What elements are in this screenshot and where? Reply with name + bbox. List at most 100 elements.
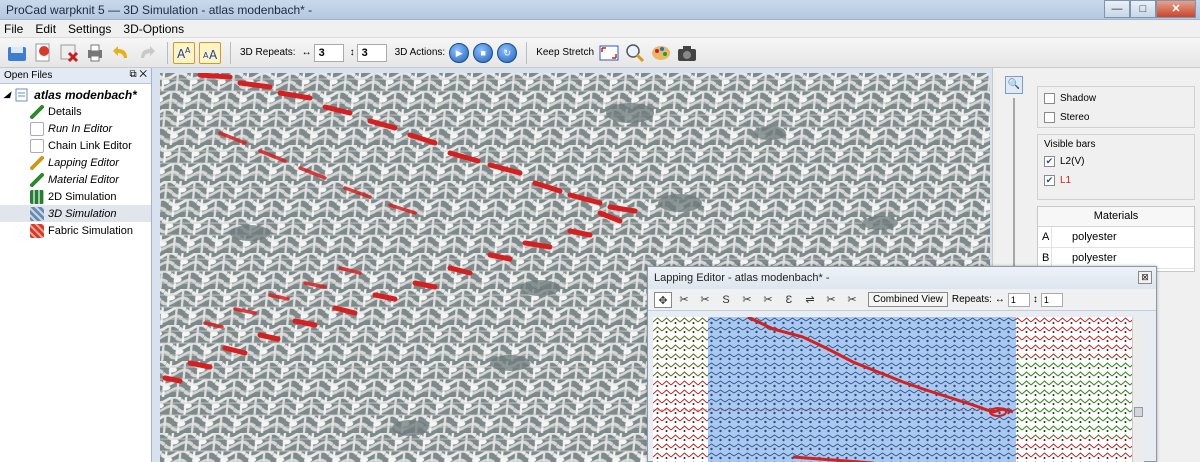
repeat-h-input[interactable]: 1 <box>1007 292 1030 307</box>
tree-root-file[interactable]: ◢ atlas modenbach* <box>0 86 151 103</box>
chain-link-icon <box>30 138 44 153</box>
maximize-button[interactable]: □ <box>1130 0 1156 18</box>
open-files-panel: Open Files ⧉ ✕ ◢ atlas modenbach* Detail… <box>0 68 152 462</box>
fit-to-window-icon[interactable] <box>598 42 620 64</box>
open-files-title: Open Files <box>4 70 53 81</box>
move-icon[interactable]: ✥ <box>654 291 672 308</box>
display-options-group: Shadow Stereo <box>1037 86 1195 128</box>
repeat-horizontal-input[interactable]: 3 <box>313 43 344 62</box>
tree-item-material-editor[interactable]: Material Editor <box>0 171 151 188</box>
fabric-icon <box>30 223 44 238</box>
collapse-arrow-icon[interactable]: ◢ <box>4 90 10 99</box>
checkbox-box[interactable]: ✔ <box>1044 175 1055 186</box>
scrollbar-thumb[interactable] <box>1134 407 1143 417</box>
cut-icon[interactable]: ✂ <box>675 292 693 308</box>
minimize-button[interactable]: — <box>1104 0 1130 18</box>
lapping-editor-titlebar[interactable]: Lapping Editor - atlas modenbach* - ⊠ <box>648 267 1156 289</box>
bar-l2-label: L2(V) <box>1060 156 1085 167</box>
combined-view-button[interactable]: Combined View <box>868 292 948 307</box>
tree-item-chain-link-editor[interactable]: Chain Link Editor <box>0 137 151 154</box>
bar-l2-checkbox[interactable]: ✔ L2(V) <box>1038 152 1194 171</box>
shadow-checkbox[interactable]: Shadow <box>1038 89 1194 108</box>
menu-3d-options[interactable]: 3D-Options <box>123 22 184 36</box>
open-files-header: Open Files ⧉ ✕ <box>0 68 151 84</box>
window-controls: — □ ✕ <box>1104 0 1196 18</box>
close-button[interactable]: ✕ <box>1156 0 1196 18</box>
close-file-icon[interactable] <box>32 42 54 64</box>
title-bar: ProCad warpknit 5 — 3D Simulation - atla… <box>0 0 1200 20</box>
stereo-label: Stereo <box>1060 112 1090 123</box>
lapping-grid[interactable] <box>653 317 1133 462</box>
font-increase-icon[interactable]: AA <box>173 41 195 64</box>
material-value[interactable]: polyester <box>1052 231 1117 243</box>
tree-item-lapping-editor[interactable]: Lapping Editor <box>0 154 151 171</box>
font-decrease-icon[interactable]: AA <box>199 41 221 64</box>
checkbox-box[interactable] <box>1044 112 1055 123</box>
cut-alt-icon[interactable]: ✂ <box>696 292 714 308</box>
lapping-scrollbar[interactable] <box>1132 317 1144 462</box>
stitch-icon[interactable]: ✂ <box>738 292 756 308</box>
menu-edit[interactable]: Edit <box>35 22 56 36</box>
delete-icon[interactable] <box>58 42 80 64</box>
tree-item-run-in-editor[interactable]: Run In Editor <box>0 120 151 137</box>
split-icon[interactable]: ✂ <box>822 292 840 308</box>
tree-item-2d-simulation[interactable]: 2D Simulation <box>0 188 151 205</box>
material-value[interactable]: polyester <box>1052 252 1117 264</box>
repeats-label: Repeats: <box>951 294 992 305</box>
lapping-editor-window[interactable]: Lapping Editor - atlas modenbach* - ⊠ ✥ … <box>647 266 1157 462</box>
bar-l1-label: L1 <box>1060 175 1072 186</box>
save-icon[interactable] <box>6 42 28 64</box>
stop-icon[interactable]: ■ <box>473 42 494 63</box>
material-key: B <box>1038 248 1052 268</box>
svg-text:A: A <box>185 46 191 55</box>
material-row[interactable]: A polyester <box>1038 227 1194 248</box>
zoom-in-icon[interactable]: 🔍 <box>1005 76 1023 94</box>
play-icon[interactable]: ▶ <box>449 42 470 63</box>
tree-item-label: 2D Simulation <box>48 190 117 203</box>
tree-item-3d-simulation[interactable]: 3D Simulation <box>0 205 151 222</box>
zoom-icon[interactable] <box>624 42 646 64</box>
run-editor-icon <box>30 121 44 136</box>
curve-icon[interactable]: S <box>717 292 735 308</box>
tree-root-label: atlas modenbach* <box>34 87 137 102</box>
file-tree: ◢ atlas modenbach* Details Run In Editor… <box>0 84 151 239</box>
lapping-pencil-icon <box>30 155 44 170</box>
material-key: A <box>1038 227 1052 247</box>
toolbar: AA AA 3D Repeats: ↔ 3 ↕ 3 3D Actions: ▶ … <box>0 38 1200 68</box>
repeat-v-input[interactable]: 1 <box>1040 292 1063 307</box>
tree-item-label: 3D Simulation <box>48 207 117 220</box>
camera-icon[interactable] <box>676 42 698 64</box>
vertical-arrow-icon: ↕ <box>1032 294 1038 305</box>
tree-item-fabric-simulation[interactable]: Fabric Simulation <box>0 222 151 239</box>
refresh-icon[interactable]: ↻ <box>497 42 518 63</box>
scissors-icon[interactable]: ✂ <box>759 292 777 308</box>
keep-stretch-label[interactable]: Keep Stretch <box>536 47 594 58</box>
checkbox-box[interactable]: ✔ <box>1044 156 1055 167</box>
bracket-icon[interactable]: Ɛ <box>780 292 798 308</box>
tree-item-label: Chain Link Editor <box>48 139 132 152</box>
trim-icon[interactable]: ✂ <box>843 292 861 308</box>
menu-bar: File Edit Settings 3D-Options <box>0 20 1200 38</box>
tree-item-details[interactable]: Details <box>0 103 151 120</box>
materials-table: Materials A polyester B polyester <box>1037 206 1195 272</box>
toolbar-separator <box>230 41 231 64</box>
palette-icon[interactable] <box>650 42 672 64</box>
3d-simulation-icon <box>30 206 44 221</box>
undo-icon[interactable] <box>110 42 132 64</box>
stereo-checkbox[interactable]: Stereo <box>1038 108 1194 127</box>
print-icon[interactable] <box>84 42 106 64</box>
shadow-label: Shadow <box>1060 93 1097 104</box>
menu-settings[interactable]: Settings <box>68 22 111 36</box>
link-icon[interactable]: ⇌ <box>801 292 819 308</box>
checkbox-box[interactable] <box>1044 93 1055 104</box>
repeat-vertical-input[interactable]: 3 <box>356 43 387 62</box>
bar-l1-checkbox[interactable]: ✔ L1 <box>1038 171 1194 190</box>
vertical-arrow-icon: ↕ <box>349 47 355 58</box>
tree-item-label: Run In Editor <box>48 122 113 135</box>
redo-icon[interactable] <box>136 42 158 64</box>
panel-controls[interactable]: ⧉ ✕ <box>129 69 147 80</box>
window-title: ProCad warpknit 5 — 3D Simulation - atla… <box>6 3 313 17</box>
menu-file[interactable]: File <box>4 22 23 36</box>
materials-header: Materials <box>1038 207 1194 227</box>
close-icon[interactable]: ⊠ <box>1138 271 1152 284</box>
